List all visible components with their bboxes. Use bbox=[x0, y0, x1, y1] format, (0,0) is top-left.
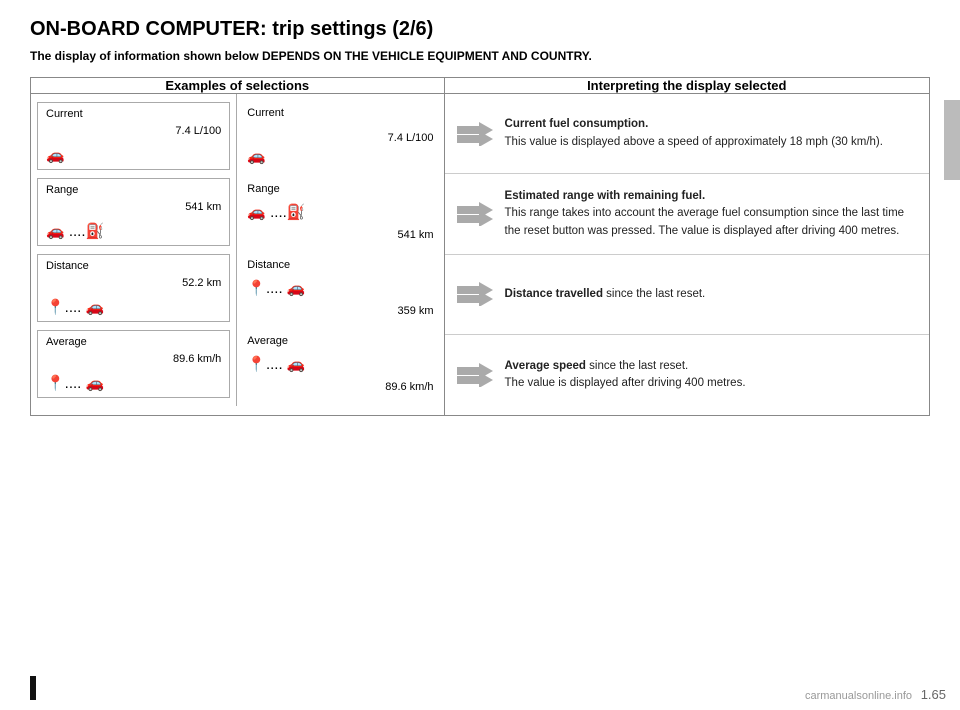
interpret-row-range: Estimated range with remaining fuel. Thi… bbox=[445, 174, 929, 255]
main-table: Examples of selections Interpreting the … bbox=[30, 77, 930, 416]
icon-car-fuel-r: 🚗 ....⛽ bbox=[247, 203, 433, 221]
arrow-icon-4 bbox=[457, 363, 493, 387]
page-title: ON-BOARD COMPUTER: trip settings (2/6) bbox=[30, 18, 930, 41]
value-current-r: 7.4 L/100 bbox=[247, 132, 433, 144]
arrow-icon-1 bbox=[457, 122, 493, 146]
value-distance-1: 52.2 km bbox=[46, 277, 221, 289]
interpret-row-distance: Distance travelled since the last reset. bbox=[445, 255, 929, 335]
icon-car-1: 🚗 bbox=[46, 146, 221, 164]
label-current-1: Current bbox=[46, 108, 221, 120]
page-number: 1.65 bbox=[921, 687, 946, 702]
display-box-average-right: Average 📍.... 🚗 89.6 km/h bbox=[243, 330, 437, 398]
display-box-current-left: Current 7.4 L/100 🚗 bbox=[37, 102, 230, 170]
bold-range: Estimated range with remaining fuel. bbox=[505, 190, 706, 202]
icon-car-fuel-1: 🚗 ....⛽ bbox=[46, 222, 221, 240]
display-box-range-left: Range 541 km 🚗 ....⛽ bbox=[37, 178, 230, 246]
interpret-row-average: Average speed since the last reset. The … bbox=[445, 335, 929, 415]
display-box-distance-left: Distance 52.2 km 📍.... 🚗 bbox=[37, 254, 230, 322]
value-range-1: 541 km bbox=[46, 201, 221, 213]
interpret-row-current: Current fuel consumption. This value is … bbox=[445, 94, 929, 174]
arrow-icon-2 bbox=[457, 202, 493, 226]
icon-pin-car-2: 📍.... 🚗 bbox=[46, 374, 221, 392]
label-current-r: Current bbox=[247, 107, 433, 119]
interpret-text-current: Current fuel consumption. This value is … bbox=[505, 116, 883, 151]
col-interpret-header: Interpreting the display selected bbox=[444, 78, 929, 94]
icon-pin-car-r1: 📍.... 🚗 bbox=[247, 279, 433, 297]
label-range-r: Range bbox=[247, 183, 433, 195]
value-average-r: 89.6 km/h bbox=[247, 381, 433, 393]
display-box-distance-right: Distance 📍.... 🚗 359 km bbox=[243, 254, 437, 322]
value-average-1: 89.6 km/h bbox=[46, 353, 221, 365]
label-average-1: Average bbox=[46, 336, 221, 348]
value-current-1: 7.4 L/100 bbox=[46, 125, 221, 137]
interpret-text-distance: Distance travelled since the last reset. bbox=[505, 286, 706, 303]
icon-pin-car-1: 📍.... 🚗 bbox=[46, 298, 221, 316]
interpret-text-range: Estimated range with remaining fuel. Thi… bbox=[505, 188, 917, 240]
icon-pin-car-r2: 📍.... 🚗 bbox=[247, 355, 433, 373]
label-range-1: Range bbox=[46, 184, 221, 196]
value-range-r: 541 km bbox=[247, 229, 433, 241]
page-marker bbox=[30, 676, 36, 700]
bold-distance: Distance travelled bbox=[505, 288, 603, 300]
display-box-current-right: Current 7.4 L/100 🚗 bbox=[243, 102, 437, 170]
bold-current: Current fuel consumption. bbox=[505, 118, 649, 130]
bold-average: Average speed bbox=[505, 360, 586, 372]
display-box-average-left: Average 89.6 km/h 📍.... 🚗 bbox=[37, 330, 230, 398]
side-tab bbox=[944, 100, 960, 180]
display-box-range-right: Range 🚗 ....⛽ 541 km bbox=[243, 178, 437, 246]
table-row: Current 7.4 L/100 🚗 Range 541 km 🚗 ....⛽ bbox=[31, 94, 930, 416]
value-distance-r: 359 km bbox=[247, 305, 433, 317]
label-distance-1: Distance bbox=[46, 260, 221, 272]
label-average-r: Average bbox=[247, 335, 433, 347]
label-distance-r: Distance bbox=[247, 259, 433, 271]
col-examples-header: Examples of selections bbox=[31, 78, 445, 94]
footer-logo: carmanualsonline.info bbox=[805, 690, 912, 702]
page-subtitle: The display of information shown below D… bbox=[30, 49, 930, 63]
icon-car-r1: 🚗 bbox=[247, 147, 433, 165]
arrow-icon-3 bbox=[457, 282, 493, 306]
interpret-text-average: Average speed since the last reset. The … bbox=[505, 358, 746, 393]
